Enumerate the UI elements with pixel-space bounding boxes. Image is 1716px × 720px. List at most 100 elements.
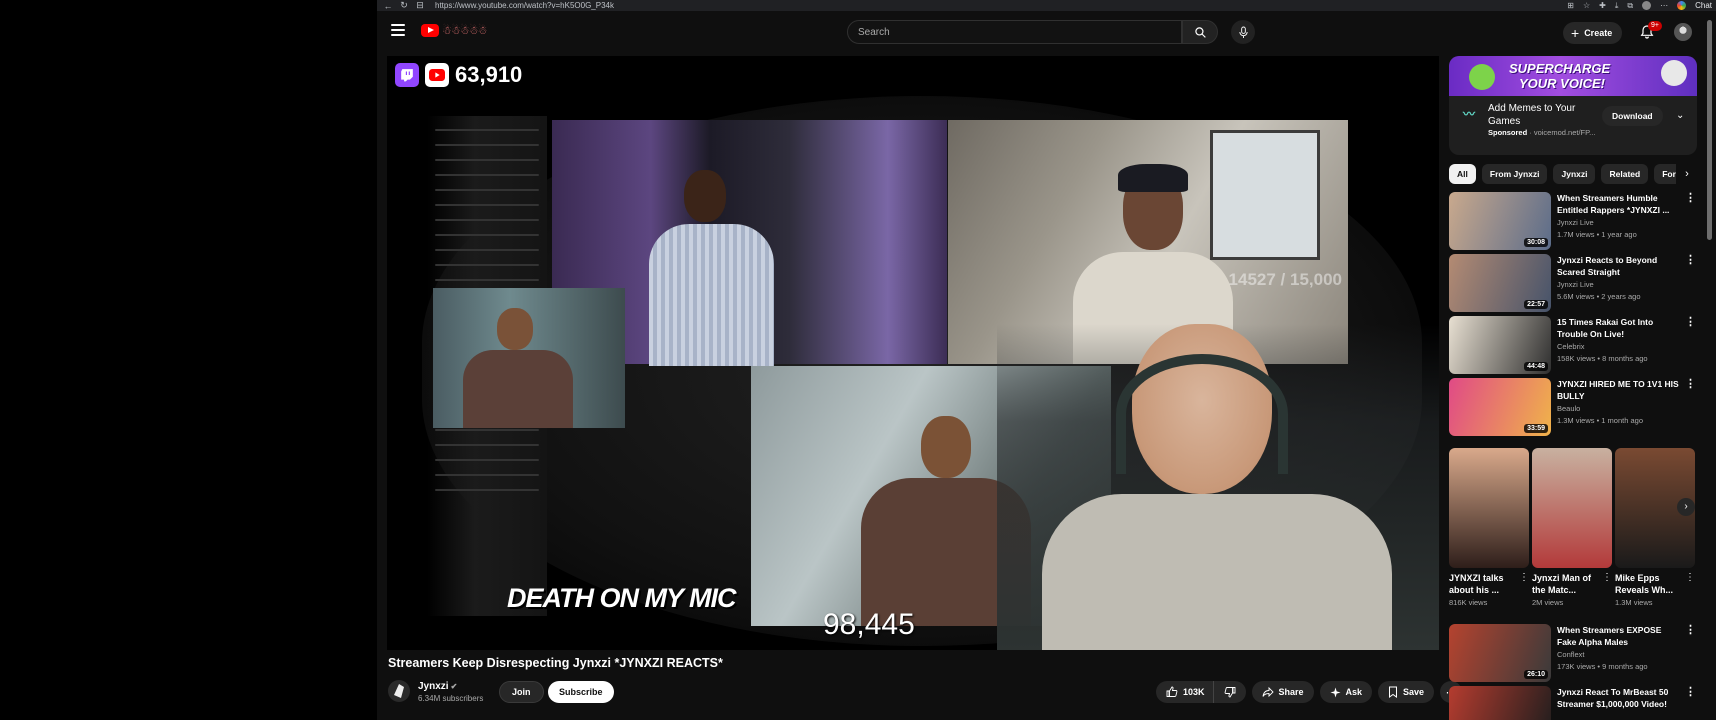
filter-chip[interactable]: Jynxzi <box>1553 164 1596 184</box>
voicemod-logo-icon: 〰 <box>1463 107 1476 121</box>
ad-banner-image[interactable]: SUPERCHARGE YOUR VOICE! <box>1449 56 1697 96</box>
recommendation-channel[interactable]: Conflext <box>1557 650 1585 659</box>
filter-chip[interactable]: All <box>1449 164 1476 184</box>
video-thumbnail[interactable]: 26:10 <box>1449 624 1551 682</box>
browser-window: ← ↻ ⊟ https://www.youtube.com/watch?v=hK… <box>377 0 1716 720</box>
downloads-icon[interactable]: ⤓ <box>1615 1 1619 11</box>
webcam-feed-reactor <box>997 324 1439 650</box>
recommendation-title[interactable]: When Streamers Humble Entitled Rappers *… <box>1557 192 1679 216</box>
short-title[interactable]: JYNXZI talks about his ... <box>1449 572 1519 596</box>
duration-badge: 44:48 <box>1524 362 1548 371</box>
download-button[interactable]: Download <box>1602 106 1663 126</box>
recommendation-item[interactable]: 44:48 15 Times Rakai Got Into Trouble On … <box>1449 316 1699 374</box>
share-button[interactable]: Share <box>1251 681 1314 703</box>
dislike-button[interactable] <box>1214 681 1246 703</box>
duration-badge: 33:59 <box>1524 424 1548 433</box>
short-views: 816K views <box>1449 598 1488 607</box>
ad-title[interactable]: Add Memes to Your Games <box>1488 102 1598 128</box>
install-icon[interactable]: ⊞ <box>1567 1 1574 10</box>
back-icon[interactable]: ← <box>383 1 393 11</box>
video-player[interactable]: 14527 / 15,000 63,910 DEATH ON MY MIC 98… <box>387 56 1439 650</box>
create-button[interactable]: + Create <box>1563 22 1623 44</box>
short-title[interactable]: Jynxzi Man of the Matc... <box>1532 572 1602 596</box>
shorts-next-arrow-icon[interactable]: › <box>1677 498 1695 516</box>
youtube-header: ☃☃☃☃☃ Search + Create 9+ <box>377 14 1716 50</box>
duration-badge: 22:57 <box>1524 300 1548 309</box>
more-vertical-icon[interactable]: ⋮ <box>1685 624 1696 636</box>
duration-badge: 30:08 <box>1524 238 1548 247</box>
short-thumbnail[interactable] <box>1532 448 1612 568</box>
filter-chips: All From Jynxzi Jynxzi Related For <box>1449 164 1694 184</box>
short-title[interactable]: Mike Epps Reveals Wh... <box>1615 572 1685 596</box>
video-thumbnail[interactable]: 22:57 <box>1449 254 1551 312</box>
sponsored-ad-card[interactable]: SUPERCHARGE YOUR VOICE! 〰 Add Memes to Y… <box>1449 56 1697 155</box>
more-vertical-icon[interactable]: ⋮ <box>1685 316 1696 328</box>
recommendation-title[interactable]: Jynxzi React To MrBeast 50 Streamer $1,0… <box>1557 686 1679 710</box>
recommendation-title[interactable]: When Streamers EXPOSE Fake Alpha Males <box>1557 624 1679 648</box>
bookmark-star-icon[interactable]: ☆ <box>1583 1 1590 10</box>
short-thumbnail[interactable] <box>1449 448 1529 568</box>
recommendation-item[interactable]: 30:08 When Streamers Humble Entitled Rapp… <box>1449 192 1699 250</box>
video-thumbnail[interactable] <box>1449 686 1551 720</box>
more-vertical-icon[interactable]: ⋮ <box>1685 378 1696 390</box>
ad-sponsored-line: Sponsored · voicemod.net/FP... <box>1488 128 1596 137</box>
more-vertical-icon[interactable]: ⋮ <box>1685 686 1696 698</box>
video-thumbnail[interactable]: 33:59 <box>1449 378 1551 436</box>
recommendation-item[interactable]: 26:10 When Streamers EXPOSE Fake Alpha Ma… <box>1449 624 1699 682</box>
like-button[interactable]: 103K <box>1156 681 1214 703</box>
profile-avatar[interactable] <box>1642 1 1652 10</box>
join-button[interactable]: Join <box>499 681 544 703</box>
youtube-logo[interactable]: ☃☃☃☃☃ <box>421 24 487 37</box>
more-vertical-icon[interactable]: ⋮ <box>1602 572 1612 583</box>
channel-name[interactable]: Jynxzi ✔ <box>418 681 457 692</box>
recommendation-channel[interactable]: Jynxzi Live <box>1557 280 1594 289</box>
more-vertical-icon[interactable]: ⋮ <box>1685 192 1696 204</box>
recommendation-item[interactable]: 22:57 Jynxzi Reacts to Beyond Scared Stra… <box>1449 254 1699 312</box>
subscribe-button[interactable]: Subscribe <box>548 681 614 703</box>
chevron-down-icon[interactable]: ⌄ <box>1676 106 1684 126</box>
recommendation-title[interactable]: JYNXZI HIRED ME TO 1V1 HIS BULLY <box>1557 378 1679 402</box>
page-scrollbar[interactable] <box>1707 20 1712 240</box>
video-thumbnail[interactable]: 30:08 <box>1449 192 1551 250</box>
microphone-icon <box>1238 26 1248 38</box>
short-item[interactable]: Mike Epps Reveals Wh... 1.3M views ⋮ <box>1615 448 1695 607</box>
caption-overlay: DEATH ON MY MIC <box>507 583 737 613</box>
recommendation-channel[interactable]: Beaulo <box>1557 404 1580 413</box>
address-bar[interactable]: https://www.youtube.com/watch?v=hK5O0G_P… <box>435 1 614 10</box>
search-input[interactable]: Search <box>847 20 1182 44</box>
video-thumbnail[interactable]: 44:48 <box>1449 316 1551 374</box>
recommendation-channel[interactable]: Celebrix <box>1557 342 1585 351</box>
chevron-right-icon[interactable]: › <box>1676 164 1698 184</box>
filter-chip[interactable]: From Jynxzi <box>1481 164 1548 184</box>
account-avatar[interactable] <box>1674 23 1692 41</box>
menu-dots-icon[interactable]: ⋯ <box>1660 1 1668 10</box>
chat-button[interactable]: Chat <box>1695 1 1712 10</box>
recommendation-title[interactable]: 15 Times Rakai Got Into Trouble On Live! <box>1557 316 1679 340</box>
short-item[interactable]: Jynxzi Man of the Matc... 2M views ⋮ <box>1532 448 1612 607</box>
save-button[interactable]: Save <box>1378 681 1435 703</box>
recommendation-item[interactable]: 33:59 JYNXZI HIRED ME TO 1V1 HIS BULLY Bea… <box>1449 378 1699 436</box>
recommendation-title[interactable]: Jynxzi Reacts to Beyond Scared Straight <box>1557 254 1679 278</box>
filter-chip[interactable]: Related <box>1601 164 1649 184</box>
search-button[interactable] <box>1182 20 1218 44</box>
like-dislike-group: 103K <box>1156 681 1246 703</box>
recommendation-channel[interactable]: Jynxzi Live <box>1557 218 1594 227</box>
voice-search-button[interactable] <box>1231 20 1255 44</box>
tab-groups-icon[interactable]: ⧉ <box>1627 1 1633 11</box>
more-vertical-icon[interactable]: ⋮ <box>1685 254 1696 266</box>
more-vertical-icon[interactable]: ⋮ <box>1519 572 1529 583</box>
recommendation-item[interactable]: Jynxzi React To MrBeast 50 Streamer $1,0… <box>1449 686 1699 720</box>
menu-icon[interactable] <box>391 24 405 36</box>
channel-avatar[interactable] <box>388 680 410 702</box>
ask-button[interactable]: Ask <box>1319 681 1373 703</box>
sparkle-icon <box>1329 686 1341 698</box>
channel-logo-icon <box>394 684 404 698</box>
more-vertical-icon[interactable]: ⋮ <box>1685 572 1695 583</box>
gemini-icon[interactable] <box>1677 1 1687 10</box>
secondary-sidebar: SUPERCHARGE YOUR VOICE! 〰 Add Memes to Y… <box>1449 56 1711 720</box>
short-item[interactable]: JYNXZI talks about his ... 816K views ⋮ <box>1449 448 1529 607</box>
recommendation-meta: 1.3M views • 1 month ago <box>1557 416 1644 425</box>
site-info-icon[interactable]: ⊟ <box>415 0 425 11</box>
extensions-icon[interactable]: ✚ <box>1599 1 1606 10</box>
reload-icon[interactable]: ↻ <box>399 0 409 11</box>
